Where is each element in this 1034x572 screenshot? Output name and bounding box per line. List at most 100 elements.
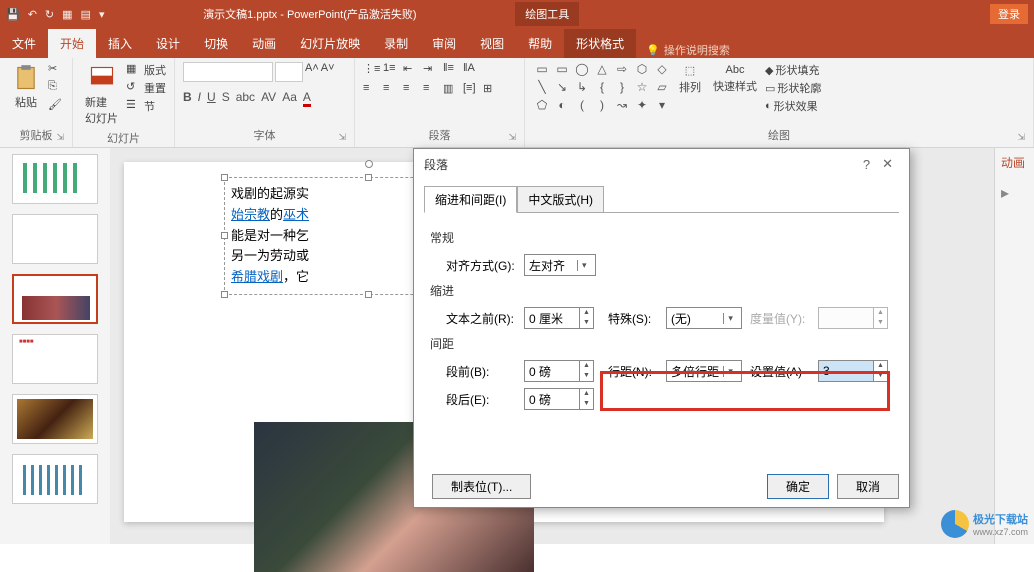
undo-icon[interactable]: ↶ [28, 8, 37, 21]
line-spacing-combo[interactable]: 多倍行距▾ [666, 360, 742, 382]
bold-button[interactable]: B [183, 90, 192, 107]
ribbon-tabs: 文件 开始 插入 设计 切换 动画 幻灯片放映 录制 审阅 视图 帮助 形状格式… [0, 28, 1034, 58]
underline-button[interactable]: U [207, 90, 216, 107]
tab-view[interactable]: 视图 [468, 29, 516, 58]
align-right-icon[interactable]: ≡ [403, 82, 417, 96]
rotate-handle[interactable] [365, 160, 373, 168]
section-button[interactable]: ☰节 [126, 98, 166, 114]
resize-handle[interactable] [365, 291, 372, 298]
close-icon[interactable]: ✕ [876, 154, 899, 174]
shape-outline-button[interactable]: ▭形状轮廓 [765, 80, 821, 96]
align-center-icon[interactable]: ≡ [383, 82, 397, 96]
before-text-spinner[interactable]: ▲▼ [524, 307, 594, 329]
resize-handle[interactable] [221, 232, 228, 239]
spacing-button[interactable]: AV [261, 90, 276, 107]
columns-icon[interactable]: ▥ [443, 82, 457, 96]
alignment-combo[interactable]: 左对齐▾ [524, 254, 596, 276]
grow-font-icon[interactable]: A˄ [305, 62, 319, 82]
arrange-button[interactable]: ⬚ 排列 [675, 62, 705, 97]
resize-handle[interactable] [221, 174, 228, 181]
special-combo[interactable]: (无)▾ [666, 307, 742, 329]
smartart-icon[interactable]: ⊞ [483, 82, 497, 96]
layout-button[interactable]: ▦版式 [126, 62, 166, 78]
italic-button[interactable]: I [198, 90, 201, 107]
shapes-gallery[interactable]: ▭▭◯△⇨⬡◇ ╲↘↳{}☆▱ ⬠◐()↝✦▾ [533, 62, 671, 114]
tab-transitions[interactable]: 切换 [192, 29, 240, 58]
new-slide-button[interactable]: 新建 幻灯片 [81, 62, 122, 128]
after-spinner[interactable]: ▲▼ [524, 388, 594, 410]
tab-cjk[interactable]: 中文版式(H) [517, 186, 604, 213]
font-size-combo[interactable] [275, 62, 303, 82]
tab-format[interactable]: 形状格式 [564, 29, 636, 58]
align-text-icon[interactable]: [≡] [463, 82, 477, 96]
qat-more-icon[interactable]: ▾ [99, 8, 105, 21]
cut-icon[interactable]: ✂ [48, 62, 64, 78]
group-paragraph: ⋮≡ 1≡ ⇤ ⇥ ‖≡ ‖A ≡ ≡ ≡ ≡ ▥ [≡] ⊞ 段落⇲ [355, 58, 525, 147]
slide-thumb-1[interactable] [12, 154, 98, 204]
cancel-button[interactable]: 取消 [837, 474, 899, 499]
before-spinner[interactable]: ▲▼ [524, 360, 594, 382]
line-spacing-icon[interactable]: ‖≡ [443, 62, 457, 76]
chevron-down-icon: ▾ [723, 366, 737, 377]
save-icon[interactable]: 💾 [6, 8, 20, 21]
slide-thumb-4[interactable]: ■■■■ [12, 334, 98, 384]
pane-expand-icon[interactable]: ▸ [995, 177, 1034, 209]
shape-fill-button[interactable]: ◆形状填充 [765, 62, 821, 78]
strike-button[interactable]: S [222, 90, 230, 107]
resize-handle[interactable] [365, 174, 372, 181]
paste-button[interactable]: 粘贴 [8, 62, 44, 112]
format-painter-icon[interactable]: 🖌 [48, 98, 64, 114]
quick-styles-button[interactable]: Abc 快速样式 [709, 62, 761, 96]
ok-button[interactable]: 确定 [767, 474, 829, 499]
shadow-button[interactable]: abc [236, 90, 255, 107]
copy-icon[interactable]: ⎘ [48, 80, 64, 96]
bullets-icon[interactable]: ⋮≡ [363, 62, 377, 76]
dialog-titlebar[interactable]: 段落 ? ✕ [414, 149, 909, 179]
tab-slideshow[interactable]: 幻灯片放映 [288, 29, 372, 58]
watermark-logo-icon [941, 510, 969, 538]
numbering-icon[interactable]: 1≡ [383, 62, 397, 76]
by-spinner: ▲▼ [818, 307, 888, 329]
tab-home[interactable]: 开始 [48, 29, 96, 58]
resize-handle[interactable] [221, 291, 228, 298]
dialog-launcher-icon[interactable]: ⇲ [338, 132, 346, 143]
watermark: 极光下载站 www.xz7.com [941, 510, 1028, 538]
redo-icon[interactable]: ↻ [45, 8, 54, 21]
indent-inc-icon[interactable]: ⇥ [423, 62, 437, 76]
tab-indent-spacing[interactable]: 缩进和间距(I) [424, 186, 517, 213]
reset-button[interactable]: ↺重置 [126, 80, 166, 96]
tab-review[interactable]: 审阅 [420, 29, 468, 58]
justify-icon[interactable]: ≡ [423, 82, 437, 96]
quick-access-toolbar: 💾 ↶ ↻ ▦ ▤ ▾ [6, 8, 104, 21]
group-font: A˄ A˅ B I U S abc AV Aa A 字体⇲ [175, 58, 355, 147]
slide-thumb-2[interactable] [12, 214, 98, 264]
touch-icon[interactable]: ▤ [81, 8, 91, 21]
shrink-font-icon[interactable]: A˅ [321, 62, 335, 82]
dialog-launcher-icon[interactable]: ⇲ [56, 132, 64, 143]
at-spinner[interactable]: ▲▼ [818, 360, 888, 382]
login-button[interactable]: 登录 [990, 4, 1028, 24]
slide-thumb-5[interactable] [12, 394, 98, 444]
tell-me-search[interactable]: 💡 操作说明搜索 [636, 42, 740, 58]
tab-animations[interactable]: 动画 [240, 29, 288, 58]
slideshow-icon[interactable]: ▦ [62, 8, 72, 21]
help-icon[interactable]: ? [857, 155, 876, 174]
font-color-button[interactable]: A [303, 90, 311, 107]
dialog-launcher-icon[interactable]: ⇲ [508, 132, 516, 143]
align-left-icon[interactable]: ≡ [363, 82, 377, 96]
text-direction-icon[interactable]: ‖A [463, 62, 477, 76]
slide-thumb-6[interactable] [12, 454, 98, 504]
font-name-combo[interactable] [183, 62, 273, 82]
dialog-launcher-icon[interactable]: ⇲ [1017, 132, 1025, 143]
tab-file[interactable]: 文件 [0, 29, 48, 58]
indent-dec-icon[interactable]: ⇤ [403, 62, 417, 76]
tabs-button[interactable]: 制表位(T)... [432, 474, 531, 499]
tab-insert[interactable]: 插入 [96, 29, 144, 58]
shape-effects-button[interactable]: ◐形状效果 [765, 98, 821, 114]
slide-thumb-3[interactable] [12, 274, 98, 324]
case-button[interactable]: Aa [282, 90, 297, 107]
tab-design[interactable]: 设计 [144, 29, 192, 58]
lightbulb-icon: 💡 [646, 44, 660, 57]
tab-record[interactable]: 录制 [372, 29, 420, 58]
tab-help[interactable]: 帮助 [516, 29, 564, 58]
